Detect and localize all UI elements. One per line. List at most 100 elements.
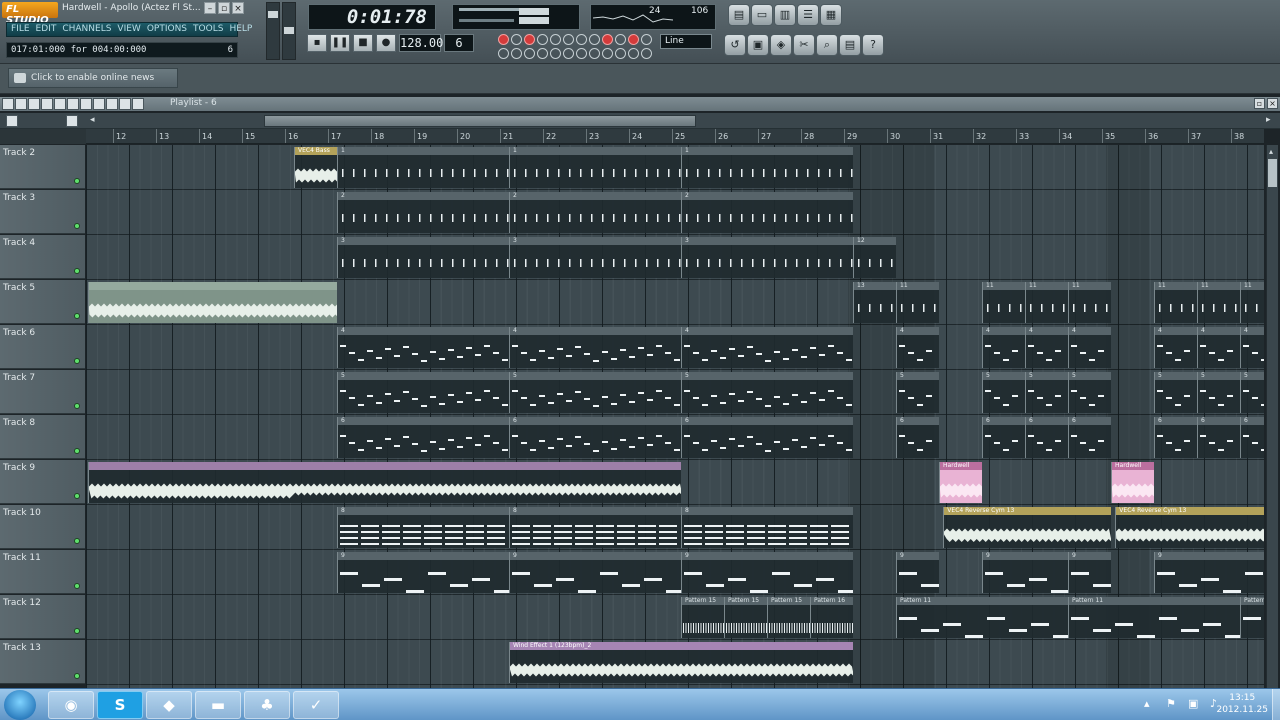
track-header[interactable]: Track 3 [0,190,85,234]
playlist-clip[interactable]: 6 [896,417,939,458]
track-mute-led[interactable] [74,268,80,274]
minimize-button[interactable]: – [204,2,216,14]
song-time-display[interactable]: 0:01:78 [308,4,436,30]
playlist-clip[interactable]: 4 [337,327,509,368]
playlist-clip[interactable]: 5 [1197,372,1240,413]
fl-icon[interactable]: ♣ [244,691,290,719]
snap-select[interactable]: Line [660,34,712,49]
playlist-window-button[interactable]: ▤ [728,4,750,26]
track-header[interactable]: Track 2 [0,145,85,189]
playlist-clip[interactable]: 6 [1154,417,1197,458]
playlist-clip[interactable]: 2 [337,192,509,233]
browser-button[interactable]: ☰ [797,4,819,26]
playlist-clip[interactable]: 5 [681,372,853,413]
track-header[interactable]: Track 7 [0,370,85,414]
stop-button[interactable]: ■ [353,34,373,52]
track-mute-led[interactable] [74,673,80,679]
project-info-button[interactable]: ▤ [839,34,861,56]
song-record-toggle[interactable] [602,34,613,45]
playlist-clip[interactable]: 9 [681,552,853,593]
record-button[interactable]: ● [376,34,396,52]
delete-icon[interactable] [54,98,66,110]
track-mute-led[interactable] [74,358,80,364]
playlist-clip[interactable]: VEC4 Reverse Cym 13 [943,507,1111,548]
track-header[interactable]: Track 10 [0,505,85,549]
playlist-clip[interactable]: 9 [509,552,681,593]
track-header[interactable]: Track 9 [0,460,85,504]
playlist-clip[interactable]: 4 [1154,327,1197,368]
playlist-clip[interactable]: 3 [681,237,853,278]
paint-icon[interactable] [41,98,53,110]
playlist-clip[interactable]: 8 [337,507,509,548]
playlist-clip[interactable]: 5 [896,372,939,413]
scroll-left-arrow-icon[interactable]: ◂ [90,115,95,125]
playlist-clip[interactable]: 5 [509,372,681,413]
mixer-button[interactable]: ▦ [820,4,842,26]
multilink-toggle[interactable] [628,34,639,45]
option-b[interactable] [511,47,522,59]
track-header[interactable]: Track 11 [0,550,85,594]
search-button[interactable]: ⌕ [816,34,838,56]
option-g[interactable] [576,47,587,59]
track-mute-led[interactable] [74,178,80,184]
playlist-close-button[interactable]: × [1267,98,1278,109]
playlist-clip[interactable]: 8 [509,507,681,548]
scroll-thumb[interactable] [1268,159,1277,187]
playlist-clip[interactable]: 1 [509,147,681,188]
step-toggle[interactable] [563,34,574,45]
playlist-clip[interactable]: 9 [337,552,509,593]
menu-view[interactable]: VIEW [117,24,140,35]
menu-help[interactable]: HELP [229,24,252,35]
playlist-clip[interactable]: 6 [1068,417,1111,458]
playlist-clip[interactable]: 6 [1240,417,1264,458]
playlist-clip[interactable]: 6 [1025,417,1068,458]
track-mute-led[interactable] [74,583,80,589]
scroll-right-arrow-icon[interactable]: ▸ [1266,115,1271,125]
track-view-icon[interactable] [6,115,18,127]
option-j[interactable] [615,47,626,59]
record-toggle[interactable] [498,34,509,45]
start-button[interactable] [4,690,36,720]
help-button[interactable]: ? [862,34,884,56]
tray-arrow-icon[interactable]: ▴ [1144,697,1158,711]
playlist-clip[interactable]: 4 [982,327,1025,368]
wait-toggle[interactable] [537,34,548,45]
cut-button[interactable]: ✂ [793,34,815,56]
piano-roll-button[interactable]: ▥ [774,4,796,26]
playlist-clip[interactable]: 12 [853,237,896,278]
menu-channels[interactable]: CHANNELS [62,24,111,35]
countdown-toggle[interactable] [550,34,561,45]
playlist-clip[interactable] [87,282,337,323]
pattern-song-toggle[interactable]: ▪ [307,34,327,52]
track-mute-led[interactable] [74,628,80,634]
track-mute-led[interactable] [74,493,80,499]
track-header[interactable]: Track 6 [0,325,85,369]
playlist-clip[interactable]: Wind Effect 1 (123bpm)_2 [509,642,853,683]
option-k[interactable] [628,47,639,59]
playlist-clip[interactable]: Pattern 11 [896,597,1068,638]
playback-icon[interactable] [132,98,144,110]
scrolling-toggle[interactable] [641,34,652,45]
playlist-clip[interactable]: Pattern 15 [681,597,724,638]
track-header[interactable]: Track 5 [0,280,85,324]
playlist-clip[interactable]: 5 [337,372,509,413]
play-button[interactable]: ❚❚ [330,34,350,52]
playlist-clip[interactable]: 2 [681,192,853,233]
track-header[interactable]: Track 4 [0,235,85,279]
playlist-clip[interactable]: 4 [1197,327,1240,368]
close-button[interactable]: × [232,2,244,14]
winamp-icon[interactable]: ◆ [146,691,192,719]
playlist-clip[interactable]: 4 [896,327,939,368]
playlist-menu-icon[interactable] [2,98,14,110]
pattern-selector[interactable]: 6 [444,34,474,52]
option-c[interactable] [524,47,535,59]
playlist-grid[interactable]: VEC4 Bass 1 1 1 2 2 2 3 3 3 12 13 11 11 11 11 11 11 11 4 4 4 4… [86,145,1264,688]
render-button[interactable]: ◈ [770,34,792,56]
option-d[interactable] [537,47,548,59]
playlist-maximize-button[interactable]: ▫ [1254,98,1265,109]
taskbar-clock[interactable]: 13:15 2012.11.25 [1216,692,1268,716]
online-news-button[interactable]: Click to enable online news [8,68,178,88]
maximize-button[interactable]: ▫ [218,2,230,14]
snap-icon[interactable] [66,115,78,127]
playlist-clip[interactable]: 4 [681,327,853,368]
